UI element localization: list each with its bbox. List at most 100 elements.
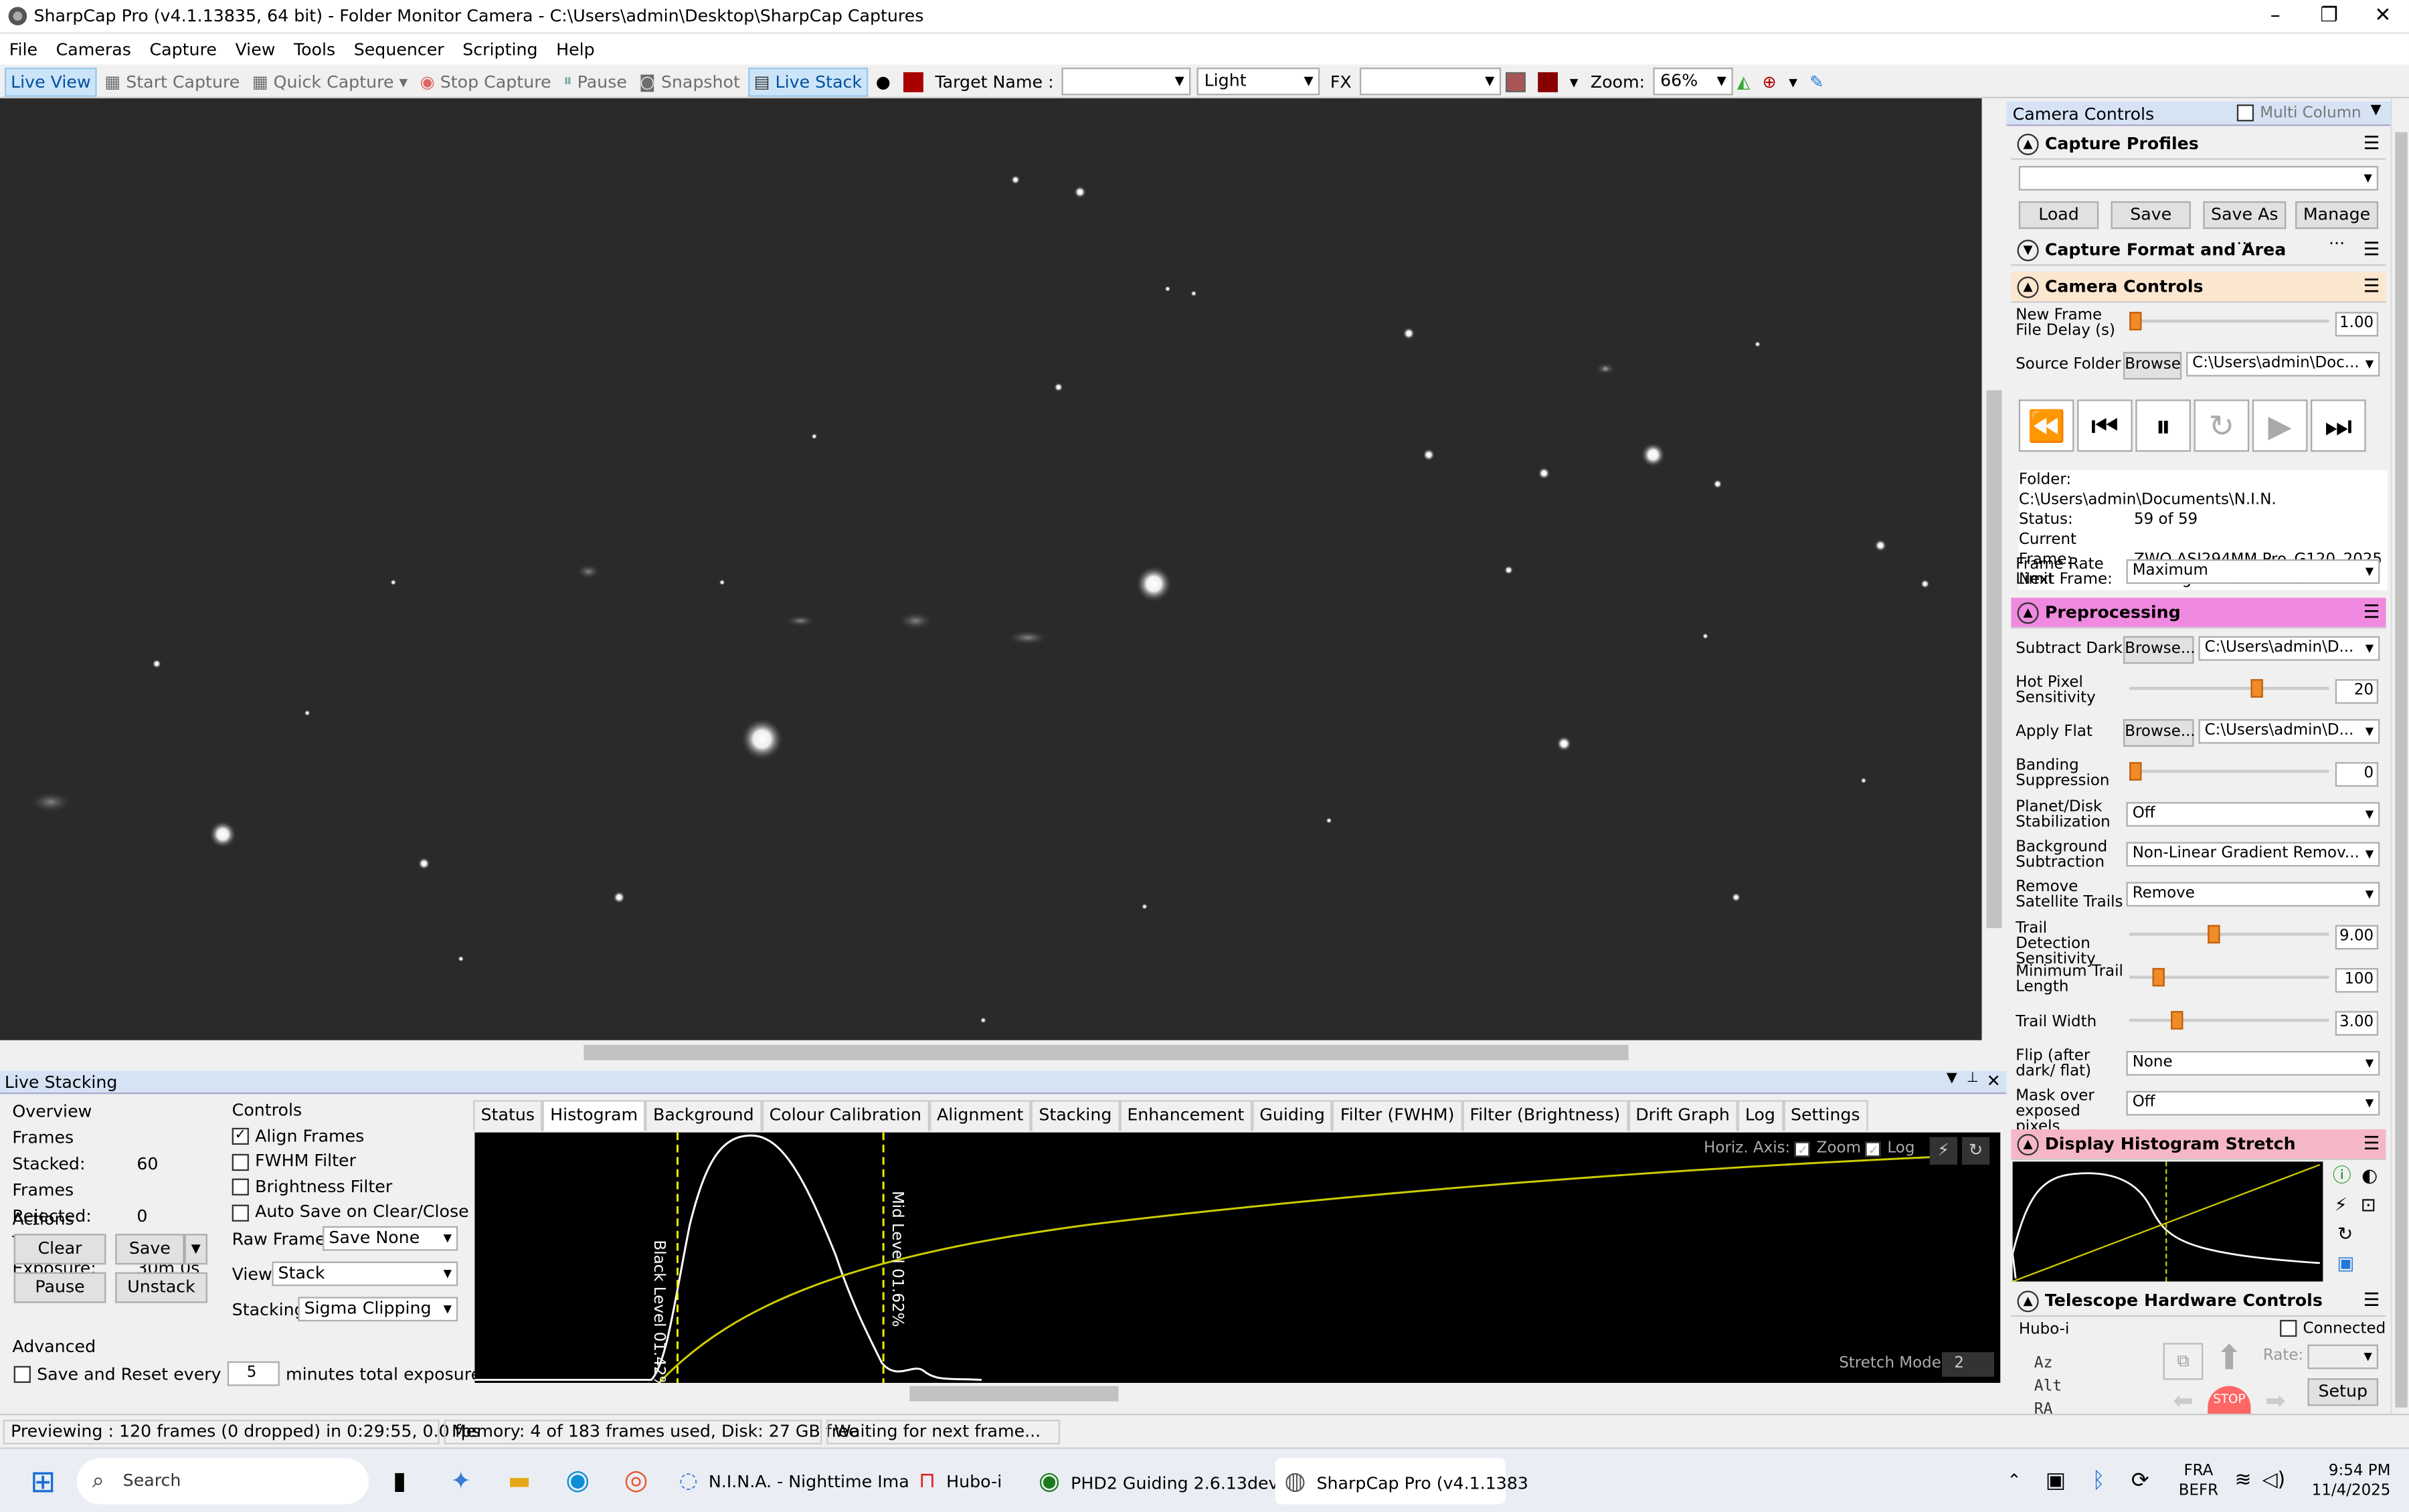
color-square-icon[interactable] [1500, 67, 1530, 96]
trail-width-value[interactable]: 3.00 [2335, 1011, 2379, 1036]
contrast-icon[interactable]: ◐ [2361, 1161, 2378, 1191]
slider-thumb[interactable] [2129, 762, 2142, 781]
histogram-scrollbar[interactable] [474, 1383, 2001, 1405]
stretch-mode-stepper[interactable]: 2 [1942, 1352, 1995, 1377]
min-trail-value[interactable]: 100 [2335, 967, 2379, 993]
menu-tools[interactable]: Tools [294, 39, 335, 60]
snapshot-button[interactable]: ◙ Snapshot [634, 67, 744, 96]
save-stack-button[interactable]: Save [115, 1234, 185, 1265]
frame-rate-combo[interactable]: Maximum ▼ [2126, 559, 2380, 584]
play-icon[interactable]: ▶ [2252, 399, 2308, 452]
tab-stacking[interactable]: Stacking [1031, 1100, 1120, 1131]
camera-controls-section[interactable]: ▲ Camera Controls ☰ [2011, 272, 2386, 303]
menu-help[interactable]: Help [556, 39, 595, 60]
language-indicator[interactable]: FRA BEFR [2175, 1458, 2222, 1505]
tracking-icon[interactable]: ⧉ [2163, 1343, 2204, 1380]
start-capture-button[interactable]: ▦ Start Capture [100, 67, 244, 96]
stop-mount-button[interactable]: STOP [2208, 1386, 2251, 1414]
firefox-icon[interactable]: ◎ [618, 1458, 654, 1505]
volume-icon[interactable]: ◁) [2262, 1458, 2287, 1505]
brightness-filter-checkbox[interactable] [232, 1178, 249, 1196]
target-name-combo[interactable]: ▼ [1061, 68, 1190, 96]
grid-red-icon[interactable] [1533, 67, 1563, 96]
browse-dark-button[interactable]: Browse... [2123, 636, 2196, 664]
chevron-down-icon[interactable]: ▼ [1947, 1071, 1957, 1086]
slider-thumb[interactable] [2208, 925, 2221, 944]
chevron-down-icon[interactable]: ▼ [184, 1234, 207, 1265]
refresh-icon[interactable]: ↻ [2194, 399, 2250, 452]
hamburger-menu-icon[interactable]: ☰ [2363, 132, 2380, 154]
close-icon[interactable]: ✕ [2353, 0, 2409, 34]
wifi-icon[interactable]: ≋ [2231, 1458, 2256, 1505]
chevron-down-icon[interactable]: ▾ [399, 72, 408, 92]
frame-type-combo[interactable]: Light ▼ [1196, 68, 1320, 96]
taskbar-app-sharpcap[interactable]: ◍ SharpCap Pro (v4.1.1383 [1275, 1458, 1528, 1505]
clear-stack-button[interactable]: Clear [13, 1234, 106, 1265]
menu-cameras[interactable]: Cameras [56, 39, 131, 60]
tab-drift-graph[interactable]: Drift Graph [1627, 1100, 1738, 1131]
planet-stabilization-combo[interactable]: Off ▼ [2126, 801, 2380, 827]
zoom-combo[interactable]: 66% ▼ [1652, 68, 1732, 96]
scrollbar-thumb[interactable] [909, 1386, 1119, 1402]
scrollbar-thumb[interactable] [1986, 390, 2002, 929]
expand-icon[interactable]: ▼ [2017, 240, 2039, 262]
manage-profiles-button[interactable]: Manage ... [2295, 201, 2379, 249]
delay-slider[interactable] [2129, 312, 2329, 333]
hamburger-menu-icon[interactable]: ☰ [2363, 275, 2380, 296]
chevron-up-icon[interactable]: ⌃ [2003, 1458, 2025, 1505]
arrow-left-icon[interactable]: ⬅ [2163, 1386, 2204, 1414]
tab-status[interactable]: Status [473, 1100, 543, 1131]
tab-filter-brightness[interactable]: Filter (Brightness) [1461, 1100, 1628, 1131]
display-histogram-plot[interactable] [2012, 1161, 2323, 1283]
collapse-icon[interactable]: ▲ [2017, 1133, 2039, 1156]
banding-value[interactable]: 0 [2335, 762, 2379, 787]
pin-icon[interactable]: ⊥ [1967, 1071, 1979, 1086]
multi-column-checkbox[interactable] [2236, 104, 2254, 122]
quick-capture-button[interactable]: ▦ Quick Capture ▾ [248, 67, 412, 96]
taskbar-search-box[interactable]: ⌕ Search [76, 1458, 369, 1505]
zoom-checkbox[interactable]: ✓ [1795, 1141, 1811, 1157]
stack-histogram-plot[interactable]: Black Level 01.42% Mid Level 01.62% Hori… [474, 1132, 2001, 1384]
raw-frames-combo[interactable]: Save None ▼ [323, 1226, 458, 1251]
wrench-icon[interactable]: ✎ [1805, 67, 1828, 96]
save-reset-checkbox[interactable] [13, 1365, 31, 1382]
live-view-button[interactable]: Live View [4, 66, 97, 96]
profile-combo[interactable]: ▼ [2018, 166, 2379, 191]
clock[interactable]: 9:54 PM 11/4/2025 [2299, 1458, 2391, 1505]
align-frames-option[interactable]: ✓ Align Frames [232, 1124, 469, 1149]
setup-button[interactable]: Setup [2307, 1378, 2379, 1406]
fx-combo[interactable]: ▼ [1359, 68, 1501, 96]
tab-settings[interactable]: Settings [1783, 1100, 1868, 1131]
unstack-button[interactable]: Unstack [115, 1272, 207, 1303]
taskbar-app-nina[interactable]: ◌ N.I.N.A. - Nighttime Ima [679, 1458, 909, 1505]
mask-combo[interactable]: Off ▼ [2126, 1091, 2380, 1116]
capture-profiles-section[interactable]: ▲ Capture Profiles ☰ [2011, 129, 2386, 160]
arrow-up-icon[interactable]: ⬆ [2208, 1340, 2250, 1383]
source-folder-combo[interactable]: C:\Users\admin\Doc... ▼ [2186, 351, 2380, 377]
arrow-right-icon[interactable]: ➡ [2255, 1386, 2295, 1414]
save-as-profile-button[interactable]: Save As ... [2203, 201, 2287, 249]
display-histogram-section[interactable]: ▲ Display Histogram Stretch ☰ [2011, 1129, 2386, 1161]
tray-app-icon[interactable]: ▣ [2044, 1458, 2068, 1505]
connected-checkbox[interactable] [2280, 1319, 2297, 1337]
align-frames-checkbox[interactable]: ✓ [232, 1127, 249, 1145]
fwhm-filter-option[interactable]: FWHM Filter [232, 1149, 469, 1175]
tab-guiding[interactable]: Guiding [1251, 1100, 1333, 1131]
log-checkbox[interactable]: ✓ [1866, 1141, 1882, 1157]
telescope-section[interactable]: ▲ Telescope Hardware Controls ☰ [2011, 1286, 2386, 1317]
hamburger-menu-icon[interactable]: ☰ [2363, 238, 2380, 260]
last-frame-icon[interactable]: ⏭ [2311, 399, 2366, 452]
zoom-magnifier-icon[interactable]: ⊕ [1758, 67, 1781, 96]
tab-alignment[interactable]: Alignment [929, 1100, 1031, 1131]
tab-background[interactable]: Background [645, 1100, 762, 1131]
hamburger-menu-icon[interactable]: ☰ [2363, 1133, 2380, 1154]
delay-value[interactable]: 1.00 [2335, 312, 2379, 337]
collapse-icon[interactable]: ▲ [2017, 1291, 2039, 1313]
tab-log[interactable]: Log [1737, 1100, 1783, 1131]
collapse-icon[interactable]: ▲ [2017, 276, 2039, 298]
slider-thumb[interactable] [2129, 312, 2142, 330]
preprocessing-section[interactable]: ▲ Preprocessing ☰ [2011, 597, 2386, 629]
chevron-down-icon[interactable]: ▾ [1784, 67, 1801, 96]
lock-icon[interactable]: ⊡ [2361, 1191, 2376, 1220]
pause-icon[interactable]: ⏸ [2135, 399, 2191, 452]
